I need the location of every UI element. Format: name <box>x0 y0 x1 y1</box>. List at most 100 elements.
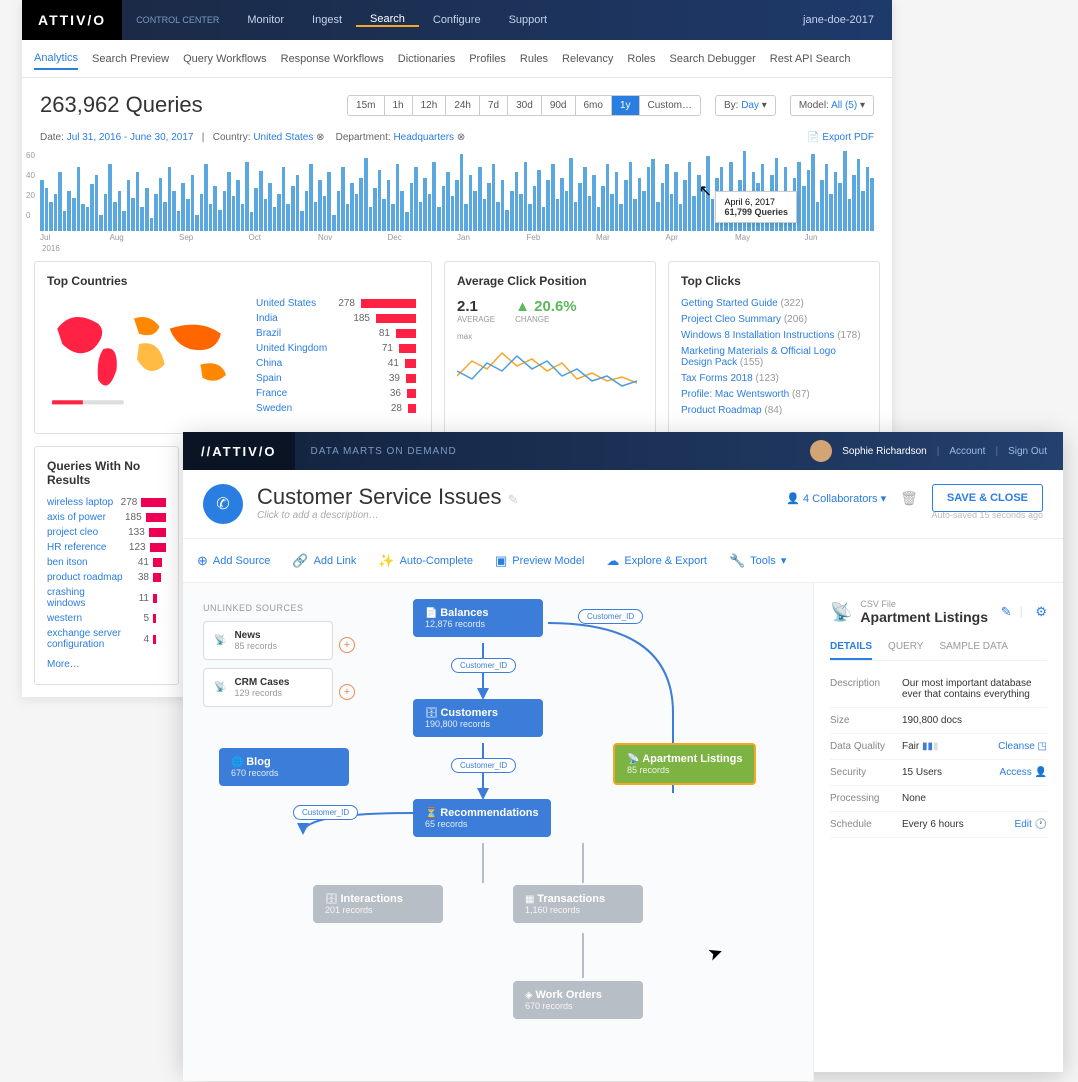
edit-schedule-link[interactable]: Edit 🕐 <box>1015 819 1047 830</box>
explore-export-button[interactable]: ☁Explore & Export <box>606 553 707 569</box>
user-menu[interactable]: jane-doe-2017 <box>785 14 892 26</box>
tab-response-workflows[interactable]: Response Workflows <box>281 49 384 69</box>
nav-configure[interactable]: Configure <box>419 14 495 26</box>
range-15m[interactable]: 15m <box>348 96 384 115</box>
tab-sample-data[interactable]: SAMPLE DATA <box>939 635 1008 660</box>
pill-link[interactable]: Customer_ID <box>293 805 358 820</box>
collaborators[interactable]: 👤 4 Collaborators ▾ <box>786 492 886 505</box>
noresult-row[interactable]: axis of power185 <box>47 512 166 523</box>
queries-chart[interactable]: 6040200 JulAugSepOctNovDecJanFebMarAprMa… <box>22 151 892 261</box>
nav-search[interactable]: Search <box>356 13 419 27</box>
country-row[interactable]: United Kingdom71 <box>256 343 416 354</box>
noresult-row[interactable]: crashing windows11 <box>47 587 166 609</box>
add-icon[interactable]: + <box>339 684 355 700</box>
country-row[interactable]: Sweden28 <box>256 403 416 414</box>
click-row[interactable]: Tax Forms 2018 (123) <box>681 373 867 384</box>
pill-link[interactable]: Customer_ID <box>578 609 643 624</box>
country-row[interactable]: France36 <box>256 388 416 399</box>
range-custom[interactable]: Custom… <box>640 96 700 115</box>
click-row[interactable]: Getting Started Guide (322) <box>681 298 867 309</box>
country-row[interactable]: Brazil81 <box>256 328 416 339</box>
tab-search-preview[interactable]: Search Preview <box>92 49 169 69</box>
click-row[interactable]: Project Cleo Summary (206) <box>681 314 867 325</box>
auto-complete-button[interactable]: ✨Auto-Complete <box>378 553 473 569</box>
noresult-row[interactable]: exchange server configuration4 <box>47 628 166 650</box>
country-row[interactable]: Spain39 <box>256 373 416 384</box>
tab-query-workflows[interactable]: Query Workflows <box>183 49 267 69</box>
tab-profiles[interactable]: Profiles <box>469 49 506 69</box>
source-news[interactable]: 📡News85 records <box>203 621 333 660</box>
node-blog[interactable]: 🌐 Blog670 records <box>219 748 349 786</box>
tab-relevancy[interactable]: Relevancy <box>562 49 613 69</box>
source-crm[interactable]: 📡CRM Cases129 records <box>203 668 333 707</box>
node-balances[interactable]: 📄 Balances12,876 records <box>413 599 543 637</box>
model-select[interactable]: Model: All (5) ▾ <box>790 95 874 116</box>
add-link-button[interactable]: 🔗Add Link <box>292 553 356 569</box>
gear-icon[interactable]: ⚙ <box>1035 604 1047 620</box>
user-name[interactable]: Sophie Richardson <box>842 446 927 457</box>
tab-roles[interactable]: Roles <box>627 49 655 69</box>
node-transactions[interactable]: ▦ Transactions1,160 records <box>513 885 643 923</box>
graph-canvas[interactable]: UNLINKED SOURCES 📡News85 records+ 📡CRM C… <box>183 583 813 1081</box>
click-row[interactable]: Product Roadmap (84) <box>681 405 867 416</box>
click-row[interactable]: Windows 8 Installation Instructions (178… <box>681 330 867 341</box>
node-apartment-listings[interactable]: 📡 Apartment Listings85 records <box>613 743 756 785</box>
edit-title-icon[interactable]: ✎ <box>508 492 519 507</box>
range-30d[interactable]: 30d <box>508 96 542 115</box>
nav-support[interactable]: Support <box>495 14 562 26</box>
node-customers[interactable]: 🗄 Customers190,800 records <box>413 699 543 737</box>
pill-link[interactable]: Customer_ID <box>451 758 516 773</box>
export-pdf[interactable]: 📄 Export PDF <box>807 132 874 143</box>
world-map[interactable] <box>47 298 252 411</box>
more-link[interactable]: More… <box>47 659 80 670</box>
tools-menu[interactable]: 🔧Tools ▾ <box>729 553 786 569</box>
noresult-row[interactable]: western5 <box>47 613 166 624</box>
nav-ingest[interactable]: Ingest <box>298 14 356 26</box>
node-recommendations[interactable]: ⏳ Recommendations65 records <box>413 799 551 837</box>
country-row[interactable]: India185 <box>256 313 416 324</box>
range-24h[interactable]: 24h <box>446 96 480 115</box>
tab-dictionaries[interactable]: Dictionaries <box>398 49 455 69</box>
noresult-row[interactable]: project cleo133 <box>47 527 166 538</box>
country-row[interactable]: United States278 <box>256 298 416 309</box>
tab-search-debugger[interactable]: Search Debugger <box>670 49 756 69</box>
save-close-button[interactable]: SAVE & CLOSE <box>932 484 1043 512</box>
country-filter[interactable]: United States <box>253 132 313 143</box>
range-6mo[interactable]: 6mo <box>576 96 612 115</box>
preview-model-button[interactable]: ▣Preview Model <box>495 553 584 569</box>
tab-rest-api[interactable]: Rest API Search <box>770 49 851 69</box>
range-90d[interactable]: 90d <box>542 96 576 115</box>
add-icon[interactable]: + <box>339 637 355 653</box>
noresult-row[interactable]: wireless laptop278 <box>47 497 166 508</box>
avatar[interactable] <box>810 440 832 462</box>
sparkline-chart[interactable] <box>457 341 637 401</box>
noresult-row[interactable]: HR reference123 <box>47 542 166 553</box>
signout-link[interactable]: Sign Out <box>1008 446 1047 457</box>
trash-icon[interactable]: 🗑 <box>900 490 918 507</box>
range-12h[interactable]: 12h <box>413 96 447 115</box>
tab-query[interactable]: QUERY <box>888 635 923 660</box>
click-row[interactable]: Marketing Materials & Official Logo Desi… <box>681 346 867 368</box>
control-center-label[interactable]: CONTROL CENTER <box>122 15 233 26</box>
access-link[interactable]: Access 👤 <box>1000 767 1047 778</box>
country-row[interactable]: China41 <box>256 358 416 369</box>
nav-monitor[interactable]: Monitor <box>233 14 298 26</box>
description-placeholder[interactable]: Click to add a description… <box>257 510 519 521</box>
noresult-row[interactable]: product roadmap38 <box>47 572 166 583</box>
node-work-orders[interactable]: ◈ Work Orders670 records <box>513 981 643 1019</box>
tab-details[interactable]: DETAILS <box>830 635 872 660</box>
range-1y[interactable]: 1y <box>612 96 640 115</box>
edit-icon[interactable]: ✎ <box>1001 604 1012 620</box>
click-row[interactable]: Profile: Mac Wentsworth (87) <box>681 389 867 400</box>
cleanse-link[interactable]: Cleanse ◳ <box>998 741 1047 752</box>
range-7d[interactable]: 7d <box>480 96 508 115</box>
range-1h[interactable]: 1h <box>385 96 413 115</box>
date-filter[interactable]: Jul 31, 2016 - June 30, 2017 <box>67 132 194 143</box>
tab-analytics[interactable]: Analytics <box>34 48 78 70</box>
node-interactions[interactable]: 🗄 Interactions201 records <box>313 885 443 923</box>
account-link[interactable]: Account <box>949 446 985 457</box>
noresult-row[interactable]: ben itson41 <box>47 557 166 568</box>
pill-link[interactable]: Customer_ID <box>451 658 516 673</box>
tab-rules[interactable]: Rules <box>520 49 548 69</box>
add-source-button[interactable]: ⊕Add Source <box>197 553 270 569</box>
